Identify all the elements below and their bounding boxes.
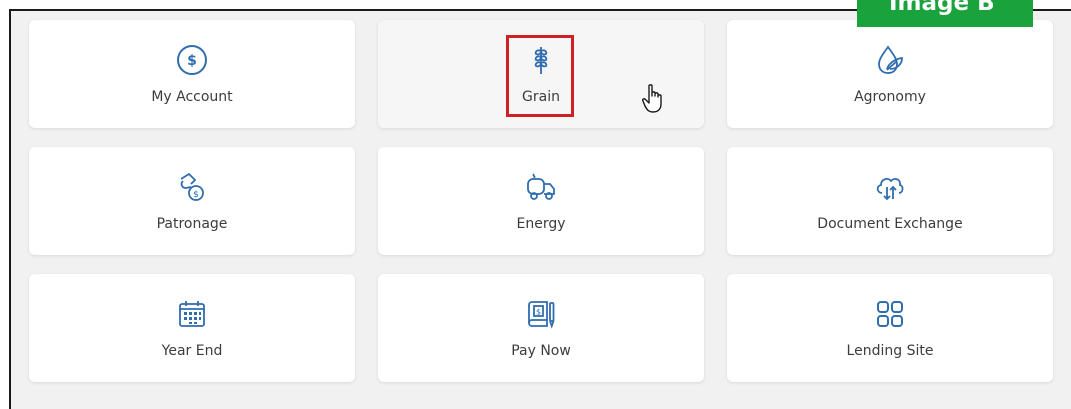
tile-label: Pay Now bbox=[511, 343, 571, 359]
tile-year-end[interactable]: Year End bbox=[29, 274, 355, 382]
svg-text:$: $ bbox=[193, 190, 199, 200]
tile-lending-site[interactable]: Lending Site bbox=[727, 274, 1053, 382]
svg-text:$: $ bbox=[187, 53, 197, 69]
money-bag-hand-icon: $ bbox=[172, 167, 212, 207]
dollar-circle-icon: $ bbox=[172, 40, 212, 80]
grain-highlight-box bbox=[506, 35, 574, 117]
grid-apps-icon bbox=[870, 294, 910, 334]
leaf-drop-icon bbox=[870, 40, 910, 80]
hand-pointer-icon bbox=[641, 83, 665, 115]
tile-label: Agronomy bbox=[854, 89, 926, 105]
bill-pen-icon: $ bbox=[521, 294, 561, 334]
tile-label: Year End bbox=[161, 343, 223, 359]
tile-label: My Account bbox=[151, 89, 233, 105]
tile-label: Energy bbox=[516, 216, 566, 232]
svg-text:$: $ bbox=[536, 308, 541, 317]
calendar-icon bbox=[172, 294, 212, 334]
tile-label: Patronage bbox=[156, 216, 228, 232]
tile-pay-now[interactable]: $ Pay Now bbox=[378, 274, 704, 382]
tile-my-account[interactable]: $ My Account bbox=[29, 20, 355, 128]
tile-label: Document Exchange bbox=[817, 216, 963, 232]
cloud-sync-icon bbox=[870, 167, 910, 207]
tile-agronomy[interactable]: Agronomy bbox=[727, 20, 1053, 128]
tile-patronage[interactable]: $ Patronage bbox=[29, 147, 355, 255]
tile-document-exchange[interactable]: Document Exchange bbox=[727, 147, 1053, 255]
tile-energy[interactable]: Energy bbox=[378, 147, 704, 255]
fuel-truck-icon bbox=[521, 167, 561, 207]
image-label-badge: Image B bbox=[857, 0, 1033, 27]
tile-label: Lending Site bbox=[846, 343, 934, 359]
